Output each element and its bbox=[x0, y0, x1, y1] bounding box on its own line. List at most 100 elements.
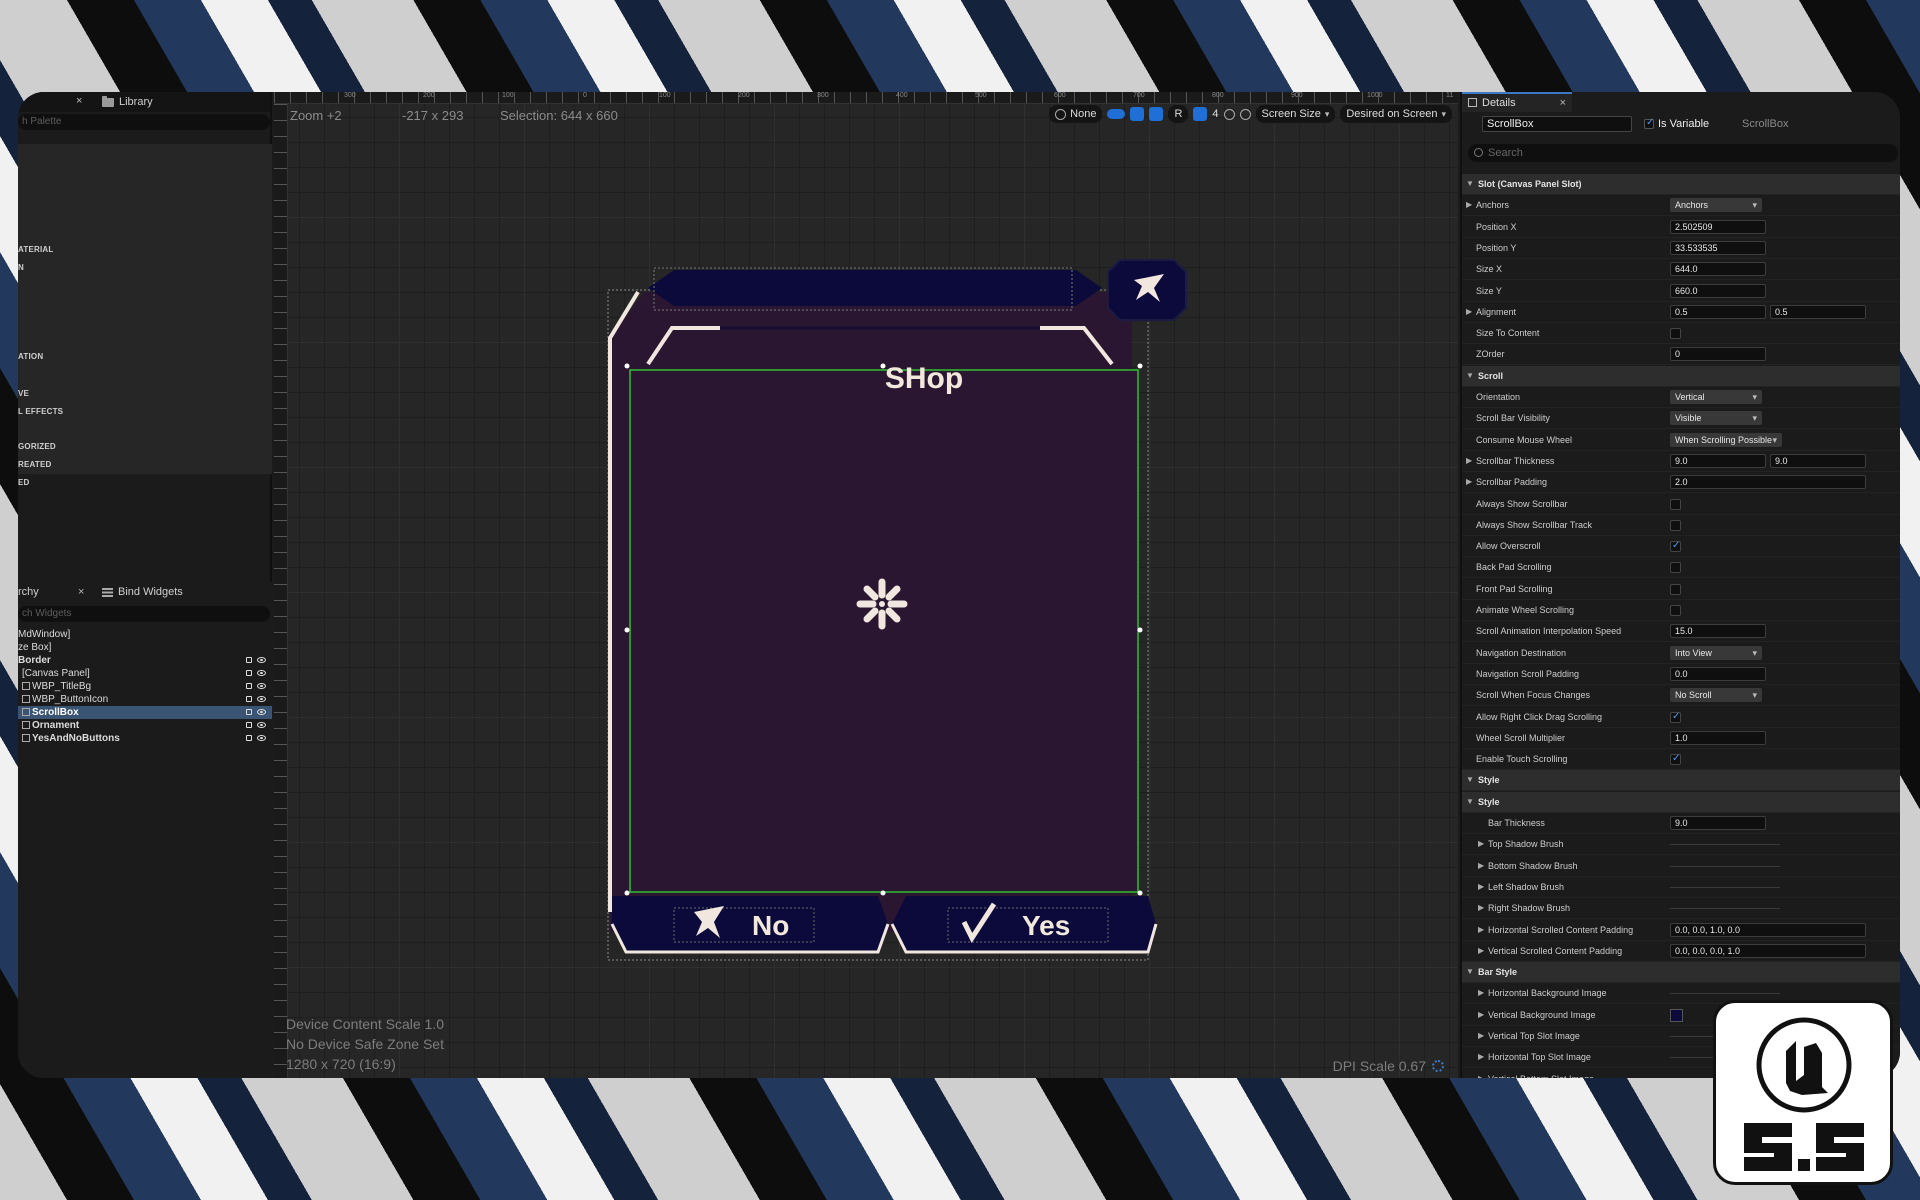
property-row[interactable]: Position X 2.502509 bbox=[1462, 217, 1900, 238]
eye-icon[interactable] bbox=[257, 657, 266, 663]
lock-icon[interactable] bbox=[246, 709, 252, 715]
property-row[interactable]: Always Show Scrollbar bbox=[1462, 494, 1900, 515]
tree-item[interactable]: WBP_TitleBg bbox=[18, 680, 272, 693]
tree-item[interactable]: ze Box] bbox=[18, 641, 272, 654]
property-value-field[interactable]: 0.5 bbox=[1670, 304, 1766, 319]
property-row[interactable]: Size X 644.0 bbox=[1462, 259, 1900, 281]
color-swatch[interactable] bbox=[1670, 1008, 1683, 1022]
details-section-header[interactable]: ▼ Scroll bbox=[1462, 365, 1900, 387]
property-value-field[interactable]: 660.0 bbox=[1670, 283, 1766, 298]
palette-search-input[interactable]: h Palette bbox=[18, 114, 270, 130]
property-row[interactable]: Scroll Animation Interpolation Speed 15.0 bbox=[1462, 621, 1900, 643]
checkbox-checked[interactable] bbox=[1670, 711, 1681, 723]
property-row[interactable]: Scroll Bar Visibility Visible ▾ bbox=[1462, 408, 1900, 430]
property-row[interactable]: ▶ Vertical Scrolled Content Padding 0.0, 0… bbox=[1462, 941, 1900, 962]
property-value-field[interactable]: 1.0 bbox=[1670, 730, 1766, 745]
property-row[interactable]: Position Y 33.533535 bbox=[1462, 238, 1900, 259]
tree-item[interactable]: Border bbox=[18, 654, 272, 667]
property-value-field[interactable]: 0.5 bbox=[1770, 304, 1866, 319]
brush-preview[interactable] bbox=[1670, 844, 1780, 846]
property-row[interactable]: Animate Wheel Scrolling bbox=[1462, 600, 1900, 621]
property-value-field[interactable]: 2.0 bbox=[1670, 475, 1866, 490]
collapse-arrow-icon[interactable]: ▼ bbox=[1466, 967, 1474, 976]
lock-icon[interactable] bbox=[246, 696, 252, 702]
checkbox[interactable] bbox=[1670, 562, 1681, 574]
details-section-header[interactable]: ▼ Slot (Canvas Panel Slot) bbox=[1462, 174, 1900, 195]
gear-icon[interactable] bbox=[1432, 1060, 1444, 1072]
expand-arrow-icon[interactable]: ▶ bbox=[1478, 903, 1484, 912]
property-value-field[interactable]: 0.0, 0.0, 1.0, 0.0 bbox=[1670, 922, 1866, 937]
eye-icon[interactable] bbox=[257, 722, 266, 728]
lock-icon[interactable] bbox=[246, 735, 252, 741]
property-dropdown[interactable]: When Scrolling Possible ▾ bbox=[1670, 432, 1782, 447]
tree-item[interactable]: WBP_ButtonIcon bbox=[18, 693, 272, 706]
collapse-arrow-icon[interactable]: ▼ bbox=[1466, 371, 1474, 380]
expand-arrow-icon[interactable]: ▶ bbox=[1466, 200, 1472, 209]
expand-arrow-icon[interactable]: ▶ bbox=[1466, 307, 1472, 316]
property-row[interactable]: Size To Content bbox=[1462, 323, 1900, 345]
property-value-field[interactable]: 0.0 bbox=[1670, 666, 1766, 681]
checkbox-checked[interactable] bbox=[1670, 540, 1681, 553]
lock-icon[interactable] bbox=[246, 722, 252, 728]
property-row[interactable]: Size Y 660.0 bbox=[1462, 281, 1900, 302]
checkbox[interactable] bbox=[1670, 605, 1681, 616]
bind-widgets-tab[interactable]: Bind Widgets bbox=[102, 586, 183, 598]
property-row[interactable]: Back Pad Scrolling bbox=[1462, 557, 1900, 579]
expand-arrow-icon[interactable]: ▶ bbox=[1478, 882, 1484, 891]
property-row[interactable]: Always Show Scrollbar Track bbox=[1462, 515, 1900, 536]
collapse-arrow-icon[interactable]: ▼ bbox=[1466, 179, 1474, 188]
collapse-arrow-icon[interactable]: ▼ bbox=[1466, 797, 1474, 806]
property-dropdown[interactable]: No Scroll ▾ bbox=[1670, 688, 1762, 703]
property-dropdown[interactable]: Visible ▾ bbox=[1670, 411, 1762, 426]
details-section-header[interactable]: ▼ Bar Style bbox=[1462, 962, 1900, 984]
expand-arrow-icon[interactable]: ▶ bbox=[1478, 946, 1484, 955]
tree-item[interactable]: Ornament bbox=[18, 719, 272, 732]
details-section-header[interactable]: ▼ Style bbox=[1462, 791, 1900, 813]
checkbox[interactable] bbox=[1670, 583, 1681, 595]
palette-category[interactable]: ATION bbox=[18, 352, 43, 361]
property-row[interactable]: Bar Thickness 9.0 bbox=[1462, 813, 1900, 834]
property-row[interactable]: ▶ Right Shadow Brush bbox=[1462, 898, 1900, 920]
hierarchy-close-icon[interactable]: × bbox=[78, 586, 84, 598]
eye-icon[interactable] bbox=[257, 735, 266, 741]
eye-icon[interactable] bbox=[257, 670, 266, 676]
widget-name-field[interactable]: ScrollBox bbox=[1482, 116, 1632, 132]
property-value-field[interactable]: 9.0 bbox=[1670, 453, 1766, 468]
property-row[interactable]: Enable Touch Scrolling bbox=[1462, 749, 1900, 771]
expand-arrow-icon[interactable]: ▶ bbox=[1478, 861, 1484, 870]
lock-icon[interactable] bbox=[246, 670, 252, 676]
details-search-input[interactable]: Search bbox=[1468, 144, 1898, 162]
property-value-field[interactable]: 0.0, 0.0, 0.0, 1.0 bbox=[1670, 943, 1866, 958]
tree-item[interactable]: YesAndNoButtons bbox=[18, 732, 272, 745]
palette-category[interactable]: VE bbox=[18, 389, 29, 398]
expand-arrow-icon[interactable]: ▶ bbox=[1478, 1031, 1484, 1040]
property-row[interactable]: Front Pad Scrolling bbox=[1462, 579, 1900, 600]
is-variable-checkbox[interactable]: Is Variable bbox=[1644, 117, 1709, 130]
property-row[interactable]: ▶ Scrollbar Thickness 9.0 9.0 bbox=[1462, 451, 1900, 472]
lock-icon[interactable] bbox=[246, 683, 252, 689]
expand-arrow-icon[interactable]: ▶ bbox=[1478, 925, 1484, 934]
brush-preview[interactable] bbox=[1670, 908, 1780, 910]
property-row[interactable]: ▶ Top Shadow Brush bbox=[1462, 834, 1900, 856]
widget-search-input[interactable]: ch Widgets bbox=[18, 606, 270, 622]
property-dropdown[interactable]: Into View ▾ bbox=[1670, 645, 1762, 660]
palette-category[interactable]: GORIZED bbox=[18, 442, 56, 451]
property-row[interactable]: ▶ Left Shadow Brush bbox=[1462, 877, 1900, 898]
hierarchy-tab[interactable]: rchy bbox=[18, 586, 39, 598]
palette-category[interactable]: L EFFECTS bbox=[18, 407, 63, 416]
lock-icon[interactable] bbox=[246, 657, 252, 663]
palette-category[interactable]: ATERIAL bbox=[18, 245, 53, 254]
collapse-arrow-icon[interactable]: ▼ bbox=[1466, 775, 1474, 784]
property-dropdown[interactable]: Vertical ▾ bbox=[1670, 390, 1762, 404]
expand-arrow-icon[interactable]: ▶ bbox=[1478, 1052, 1484, 1061]
brush-preview[interactable] bbox=[1670, 993, 1780, 995]
checkbox[interactable] bbox=[1670, 519, 1681, 531]
checkbox-checked[interactable] bbox=[1670, 753, 1681, 766]
eye-icon[interactable] bbox=[257, 696, 266, 702]
tree-item[interactable]: [Canvas Panel] bbox=[18, 667, 272, 680]
property-row[interactable]: ZOrder 0 bbox=[1462, 344, 1900, 366]
property-value-field[interactable]: 33.533535 bbox=[1670, 240, 1766, 255]
designer-viewport[interactable]: 300 200 100 0 100 200 300 400 500 600 70… bbox=[274, 92, 1458, 1078]
property-row[interactable]: Navigation Destination Into View ▾ bbox=[1462, 643, 1900, 664]
palette-category[interactable]: N bbox=[18, 263, 24, 272]
